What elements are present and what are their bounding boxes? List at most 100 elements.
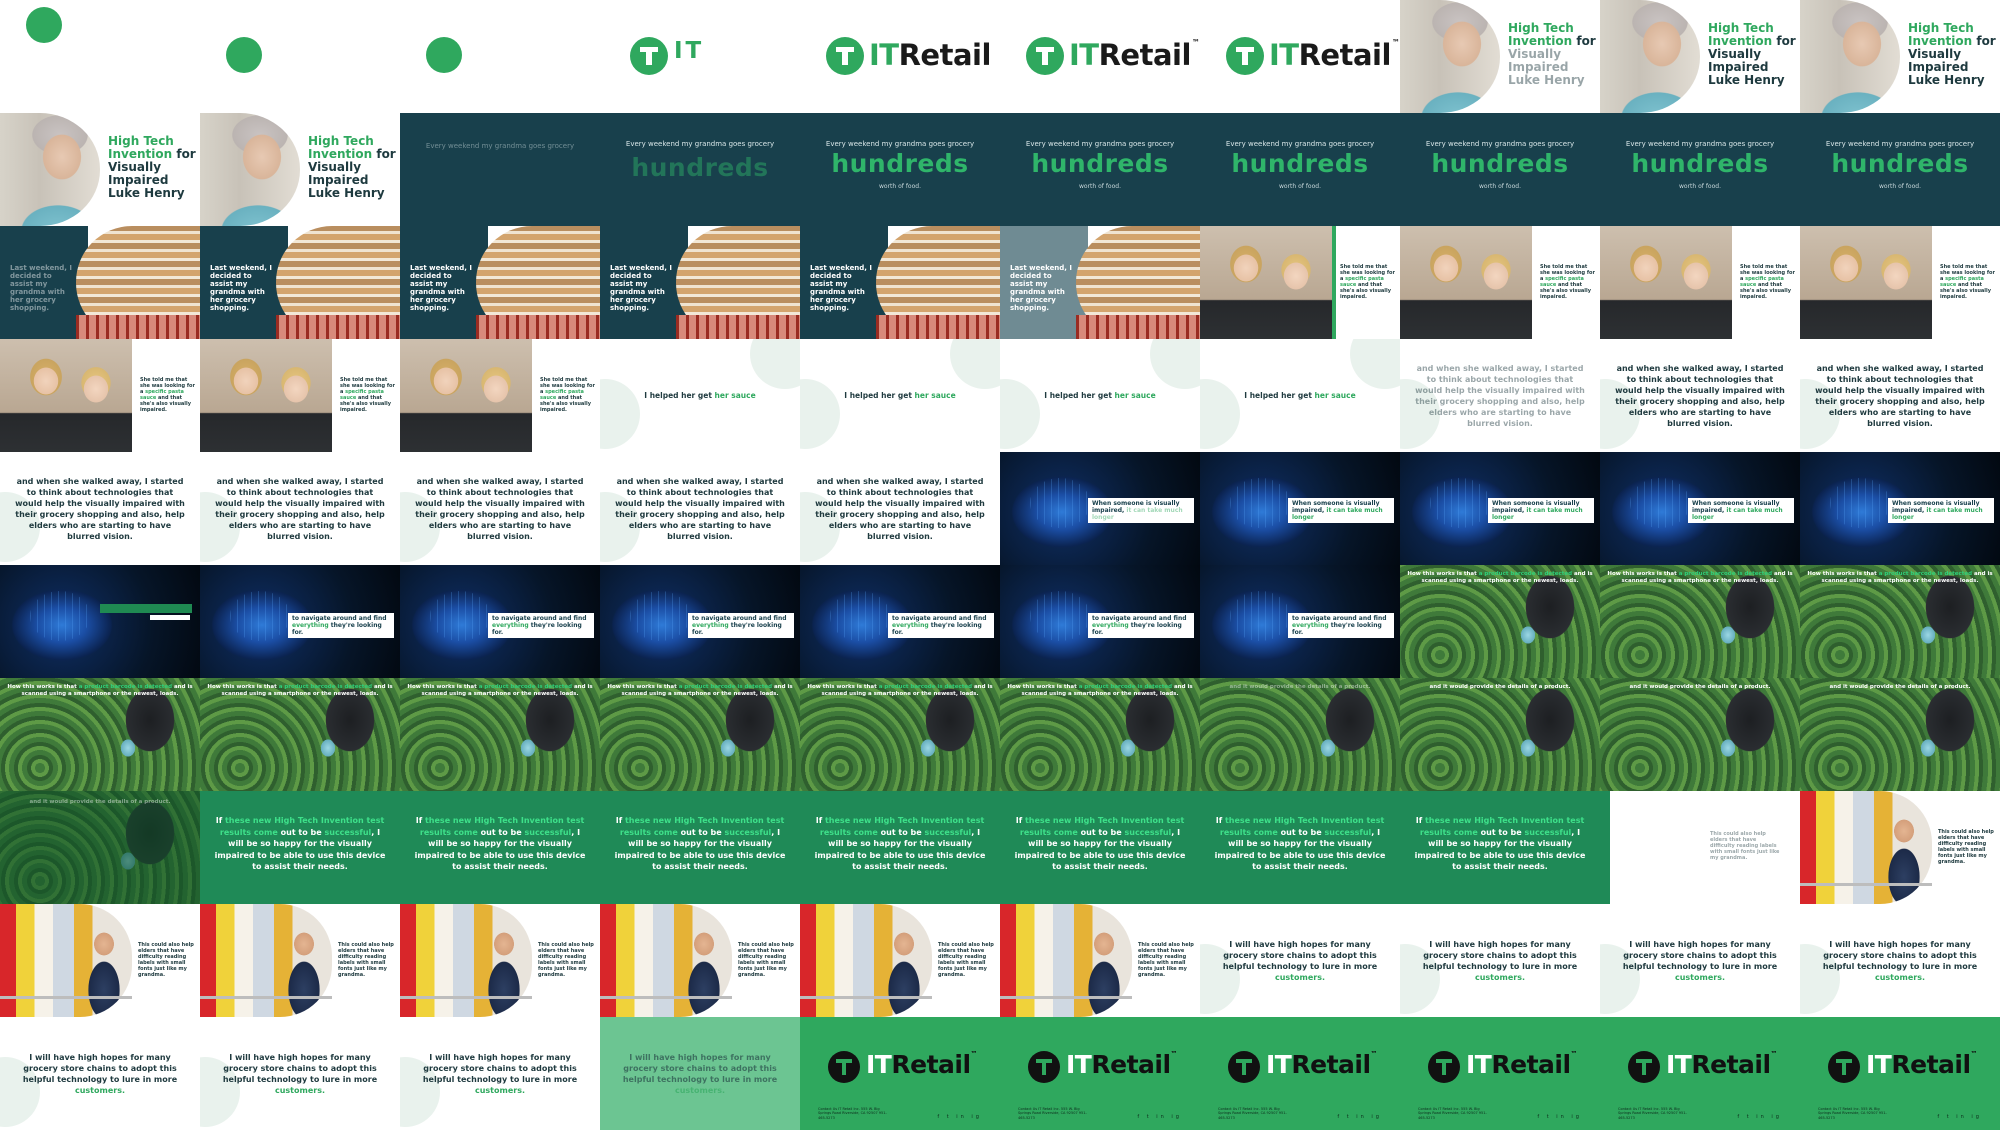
logo-it: IT (1466, 1050, 1492, 1079)
caption-hundreds: hundreds (1231, 149, 1369, 178)
frame-could-help: This could also help elders that have di… (800, 904, 1000, 1017)
caption-walked-away: and when she walked away, I started to t… (1815, 363, 1985, 428)
caption-provide-details: and it would provide the details of a pr… (29, 799, 171, 805)
frame-last-weekend: Last weekend, I decided to assist my gra… (800, 226, 1000, 339)
frame-end-card: ITRetail™ Contact Us IT Retail Inc. 555 … (1600, 1017, 1800, 1130)
caption-walked-away: and when she walked away, I started to t… (1615, 363, 1785, 428)
frame-how-it-works: How this works is that a product barcode… (800, 678, 1000, 791)
frame-hundreds: Every weekend my grandma goes grocery hu… (1600, 113, 1800, 226)
logo-tm: ™ (1170, 1050, 1178, 1058)
frame-logo: ITRetail™ (1200, 0, 1400, 113)
frame-title-grandma: High Tech Invention for Visually Impaire… (200, 113, 400, 226)
frame-if-successful: If these new High Tech Invention test re… (1200, 791, 1400, 904)
caption-helped-her: I helped her get her sauce (1044, 391, 1156, 400)
frame-end-card: ITRetail™ Contact Us IT Retail Inc. 555 … (1200, 1017, 1400, 1130)
logo-rest: Retail (1291, 1050, 1371, 1079)
frame-helped-her: I helped her get her sauce (600, 339, 800, 452)
logo-tm: ™ (1191, 38, 1200, 47)
caption-hundreds: hundreds (1431, 149, 1569, 178)
caption-high-hopes: I will have high hopes for many grocery … (422, 1052, 578, 1095)
frame-she-told-me: She told me that she was looking for a s… (200, 339, 400, 452)
storyboard-grid: IT ITRetail ITRetail™ ITRetail™ High Tec… (0, 0, 2000, 1130)
frame-hundreds: Every weekend my grandma goes grocery hu… (1400, 113, 1600, 226)
frame-hundreds: Every weekend my grandma goes grocery hu… (800, 113, 1000, 226)
video-title: High Tech Invention for Visually Impaire… (1908, 21, 1996, 87)
frame-end-card: ITRetail™ Contact Us IT Retail Inc. 555 … (800, 1017, 1000, 1130)
frame-visually-impaired: When someone is visually impaired, it ca… (1800, 452, 2000, 565)
social-icons: f t in ig (937, 1114, 982, 1120)
frame-intro-dot (400, 0, 600, 113)
itretail-logo-icon (1028, 1051, 1060, 1083)
logo-it: IT (1066, 1050, 1092, 1079)
logo-it: IT (869, 38, 899, 72)
frame-visually-impaired: When someone is visually impaired, it ca… (1400, 452, 1600, 565)
frame-title-grandma: High Tech Invention for Visually Impaire… (0, 113, 200, 226)
frame-navigate-transition (0, 565, 200, 678)
frame-logo-reveal: IT (600, 0, 800, 113)
frame-navigate: to navigate around and find everything t… (600, 565, 800, 678)
frame-logo: ITRetail (800, 0, 1000, 113)
frame-hundreds: Every weekend my grandma goes grocery hu… (1800, 113, 2000, 226)
frame-intro-dot (0, 0, 200, 113)
caption-every-weekend: Every weekend my grandma goes grocery (425, 142, 575, 150)
frame-walked-away: and when she walked away, I started to t… (1600, 339, 1800, 452)
caption-visually-impaired: When someone is visually impaired, it ca… (1488, 498, 1594, 523)
caption-how-it-works: How this works is that a product barcode… (1807, 571, 1993, 584)
caption-every-weekend: Every weekend my grandma goes grocery (1025, 140, 1175, 148)
caption-if-successful: If these new High Tech Invention test re… (414, 816, 586, 871)
caption-navigate: to navigate around and find everything t… (1288, 613, 1394, 638)
caption-helped-her: I helped her get her sauce (1244, 391, 1356, 400)
caption-high-hopes: I will have high hopes for many grocery … (1622, 939, 1778, 982)
logo-rest: Retail (1491, 1050, 1571, 1079)
caption-every-weekend: Every weekend my grandma goes grocery (1425, 140, 1575, 148)
frame-high-hopes: I will have high hopes for many grocery … (1600, 904, 1800, 1017)
frame-if-successful: If these new High Tech Invention test re… (200, 791, 400, 904)
caption-high-hopes: I will have high hopes for many grocery … (22, 1052, 178, 1095)
frame-walked-away: and when she walked away, I started to t… (1800, 339, 2000, 452)
grandma-photo (0, 113, 100, 226)
frame-she-told-me: She told me that she was looking for a s… (1600, 226, 1800, 339)
frame-end-card: ITRetail™ Contact Us IT Retail Inc. 555 … (1000, 1017, 1200, 1130)
green-dot-icon (426, 37, 462, 73)
caption-how-it-works: How this works is that a product barcode… (1007, 684, 1193, 697)
frame-how-it-works: How this works is that a product barcode… (1600, 565, 1800, 678)
kids-laptop-photo (400, 339, 532, 452)
frame-could-help: This could also help elders that have di… (200, 904, 400, 1017)
frame-logo: ITRetail™ (1000, 0, 1200, 113)
frame-provide-details: and it would provide the details of a pr… (1400, 678, 1600, 791)
logo-tm: ™ (1391, 38, 1400, 47)
frame-provide-details: and it would provide the details of a pr… (1800, 678, 2000, 791)
video-title: High Tech Invention for Visually Impaire… (1508, 21, 1596, 87)
caption-how-it-works: How this works is that a product barcode… (1407, 571, 1593, 584)
frame-end-card: ITRetail™ Contact Us IT Retail Inc. 555 … (1400, 1017, 1600, 1130)
caption-could-help: This could also help elders that have di… (1138, 942, 1194, 978)
caption-every-weekend: Every weekend my grandma goes grocery (625, 140, 775, 148)
frame-she-told-me: She told me that she was looking for a s… (400, 339, 600, 452)
social-icons: f t in ig (1137, 1114, 1182, 1120)
caption-if-successful: If these new High Tech Invention test re… (1014, 816, 1186, 871)
caption-she-told-me: She told me that she was looking for a s… (340, 377, 395, 413)
store-aisle-photo (876, 226, 1000, 339)
caption-visually-impaired: When someone is visually impaired, it ca… (1688, 498, 1794, 523)
store-aisle-man-photo (800, 904, 932, 1017)
contact-info: Contact Us IT Retail Inc. 555 W. Big Spr… (818, 1106, 887, 1120)
logo-rest: Retail (1691, 1050, 1771, 1079)
logo-tm: ™ (1970, 1050, 1978, 1058)
caption-she-told-me: She told me that she was looking for a s… (1940, 264, 1995, 300)
frame-provide-details: and it would provide the details of a pr… (1200, 678, 1400, 791)
frame-could-help: This could also help elders that have di… (1000, 904, 1200, 1017)
store-aisle-man-photo (400, 904, 532, 1017)
caption-could-help: This could also help elders that have di… (738, 942, 794, 978)
contact-info: Contact Us IT Retail Inc. 555 W. Big Spr… (1218, 1106, 1287, 1120)
caption-how-it-works: How this works is that a product barcode… (607, 684, 793, 697)
frame-hundreds: Every weekend my grandma goes grocery hu… (1200, 113, 1400, 226)
caption-how-it-works: How this works is that a product barcode… (7, 684, 193, 697)
caption-she-told-me: She told me that she was looking for a s… (140, 377, 195, 413)
caption-she-told-me: She told me that she was looking for a s… (1740, 264, 1795, 300)
grandma-photo (1800, 0, 1900, 113)
frame-every-weekend: Every weekend my grandma goes grocery (400, 113, 600, 226)
frame-how-it-works: How this works is that a product barcode… (600, 678, 800, 791)
caption-last-weekend: Last weekend, I decided to assist my gra… (410, 264, 473, 312)
frame-if-successful: If these new High Tech Invention test re… (1000, 791, 1200, 904)
contact-info: Contact Us IT Retail Inc. 555 W. Big Spr… (1018, 1106, 1087, 1120)
